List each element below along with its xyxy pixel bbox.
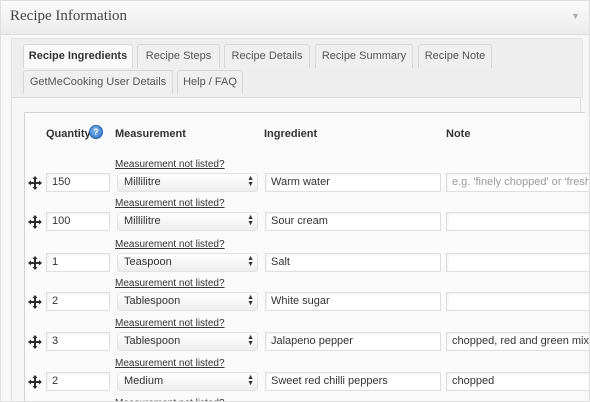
measurement-select[interactable]: Tablespoon ▲ ▼ — [117, 332, 258, 351]
note-input[interactable]: chopped, red and green mix — [446, 332, 589, 351]
measurement-select-value: Millilitre — [124, 176, 161, 188]
note-input[interactable] — [446, 253, 589, 272]
ingredient-input[interactable]: Sweet red chilli peppers — [265, 372, 441, 391]
up-down-arrows-icon: ▲ ▼ — [247, 374, 254, 387]
note-input[interactable] — [446, 292, 589, 311]
recipe-information-panel: Recipe Information ▼ Recipe Ingredients … — [0, 0, 590, 402]
move-arrows-icon[interactable] — [28, 295, 42, 309]
up-down-arrows-icon: ▲ ▼ — [247, 334, 254, 347]
column-header-measurement: Measurement — [115, 128, 186, 140]
measurement-not-listed-link[interactable]: Measurement not listed? — [115, 278, 225, 289]
measurement-select[interactable]: Teaspoon ▲ ▼ — [117, 253, 258, 272]
column-header-ingredient: Ingredient — [264, 128, 318, 140]
ingredient-input[interactable]: Sour cream — [265, 212, 441, 231]
note-input[interactable]: e.g. 'finely chopped' or 'freshly — [446, 173, 589, 192]
quantity-input[interactable]: 1 — [46, 253, 110, 272]
up-down-arrows-icon: ▲ ▼ — [247, 255, 254, 268]
measurement-select[interactable]: Tablespoon ▲ ▼ — [117, 292, 258, 311]
help-icon[interactable]: ? — [89, 125, 103, 139]
up-down-arrows-icon: ▲ ▼ — [247, 175, 254, 188]
panel-title: Recipe Information — [10, 8, 128, 24]
tab-recipe-note[interactable]: Recipe Note — [418, 44, 492, 68]
quantity-input[interactable]: 2 — [46, 372, 110, 391]
measurement-not-listed-link[interactable]: Measurement not listed? — [115, 159, 225, 170]
measurement-not-listed-link[interactable]: Measurement not listed? — [115, 198, 225, 209]
measurement-not-listed-link[interactable]: Measurement not listed? — [115, 318, 225, 329]
move-arrows-icon[interactable] — [28, 176, 42, 190]
quantity-input[interactable]: 150 — [46, 173, 110, 192]
quantity-input[interactable]: 3 — [46, 332, 110, 351]
ingredient-input[interactable]: White sugar — [265, 292, 441, 311]
ingredient-input[interactable]: Warm water — [265, 173, 441, 192]
move-arrows-icon[interactable] — [28, 375, 42, 389]
move-arrows-icon[interactable] — [28, 256, 42, 270]
measurement-not-listed-link[interactable]: Measurement not listed? — [115, 239, 225, 250]
tab-recipe-steps[interactable]: Recipe Steps — [137, 44, 220, 68]
measurement-not-listed-link[interactable]: Measurement not listed? — [115, 398, 225, 401]
ingredient-input[interactable]: Salt — [265, 253, 441, 272]
note-input[interactable] — [446, 212, 589, 231]
tab-recipe-details[interactable]: Recipe Details — [224, 44, 310, 68]
move-arrows-icon[interactable] — [28, 335, 42, 349]
measurement-select[interactable]: Millilitre ▲ ▼ — [117, 173, 258, 192]
measurement-select-value: Tablespoon — [124, 295, 181, 307]
column-header-note: Note — [446, 128, 471, 140]
measurement-select[interactable]: Millilitre ▲ ▼ — [117, 212, 258, 231]
triangle-down-icon[interactable]: ▼ — [571, 11, 580, 21]
tab-getmecooking-user-details[interactable]: GetMeCooking User Details — [23, 70, 173, 94]
column-header-quantity: Quantity — [46, 128, 91, 140]
measurement-select-value: Tablespoon — [124, 335, 181, 347]
quantity-input[interactable]: 100 — [46, 212, 110, 231]
measurement-select-value: Medium — [124, 375, 164, 387]
tab-recipe-ingredients[interactable]: Recipe Ingredients — [23, 44, 133, 68]
measurement-select[interactable]: Medium ▲ ▼ — [117, 372, 258, 391]
up-down-arrows-icon: ▲ ▼ — [247, 294, 254, 307]
move-arrows-icon[interactable] — [28, 215, 42, 229]
measurement-select-value: Teaspoon — [124, 256, 172, 268]
measurement-not-listed-link[interactable]: Measurement not listed? — [115, 358, 225, 369]
quantity-input[interactable]: 2 — [46, 292, 110, 311]
ingredient-input[interactable]: Jalapeno pepper — [265, 332, 441, 351]
tab-content — [11, 97, 585, 401]
note-input[interactable]: chopped — [446, 372, 589, 391]
tab-help-faq[interactable]: Help / FAQ — [177, 70, 243, 94]
measurement-select-value: Millilitre — [124, 215, 161, 227]
panel-header[interactable]: Recipe Information ▼ — [1, 1, 589, 35]
tab-recipe-summary[interactable]: Recipe Summary — [315, 44, 413, 68]
up-down-arrows-icon: ▲ ▼ — [247, 214, 254, 227]
